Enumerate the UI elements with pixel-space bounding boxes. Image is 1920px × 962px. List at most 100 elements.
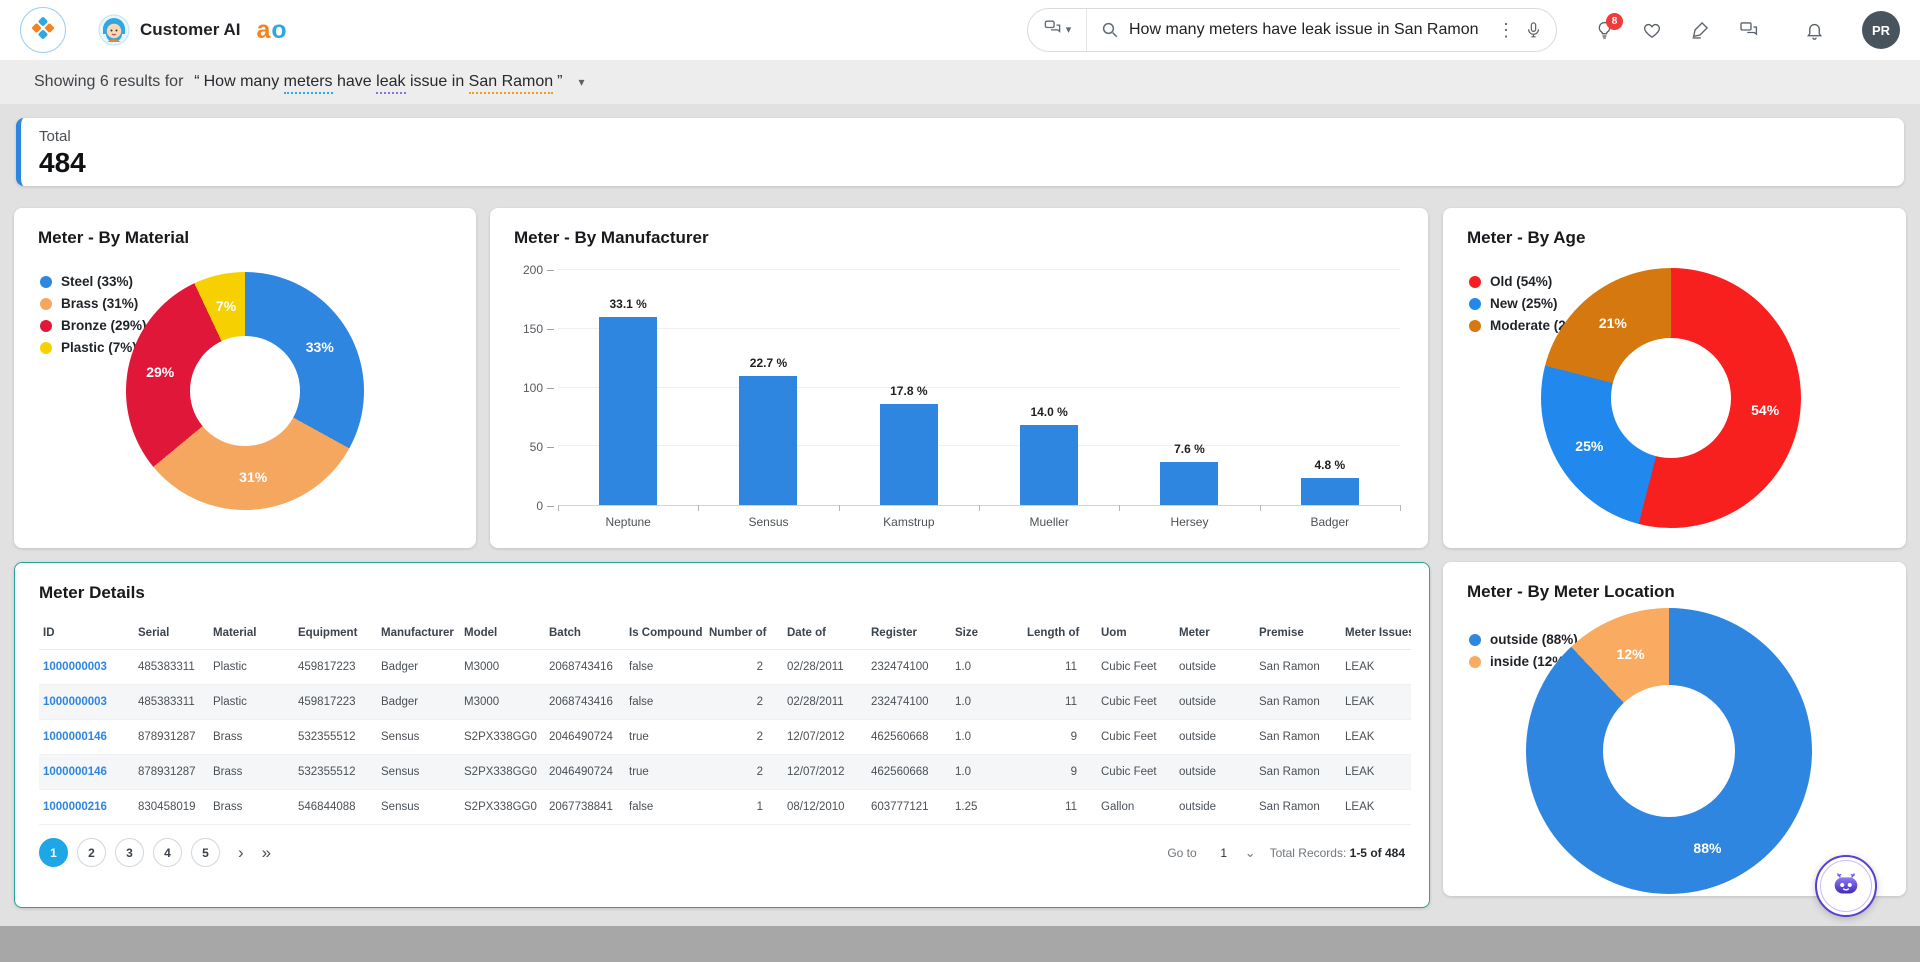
slice-label: 54%	[1751, 402, 1779, 418]
slice-label: 7%	[216, 298, 236, 314]
table-cell: 11	[1023, 685, 1097, 720]
page-button-2[interactable]: 2	[77, 838, 106, 867]
search-options-kebab-icon[interactable]: ⋮	[1487, 20, 1525, 41]
query-word: issue in	[406, 73, 469, 92]
topbar: Customer AI ao ▾ How many meters have le…	[0, 0, 1920, 60]
bar: 7.6 %	[1160, 462, 1218, 505]
table-cell: true	[625, 720, 705, 755]
table-cell: false	[625, 650, 705, 685]
column-header: Meter Issues	[1341, 621, 1411, 650]
column-header: Number of	[705, 621, 783, 650]
table-cell: LEAK	[1341, 790, 1411, 825]
meter-id-link[interactable]: 1000000146	[39, 720, 134, 755]
table-cell: Sensus	[377, 720, 460, 755]
total-records-value: 1-5 of 484	[1350, 846, 1405, 860]
bar-slot: 7.6 %	[1119, 270, 1259, 505]
table-cell: 1	[705, 790, 783, 825]
assistant-robot-button[interactable]	[1815, 855, 1877, 917]
table-cell: Plastic	[209, 650, 294, 685]
table-cell: S2PX338GG0	[460, 755, 545, 790]
quote-close: ”	[557, 73, 562, 91]
table-cell: Plastic	[209, 685, 294, 720]
bar-slot: 14.0 %	[979, 270, 1119, 505]
legend-dot	[1469, 634, 1481, 646]
table-cell: 485383311	[134, 685, 209, 720]
grid-logo-button[interactable]	[20, 7, 66, 53]
table-cell: 603777121	[867, 790, 951, 825]
column-header: Premise	[1255, 621, 1341, 650]
slice-label: 29%	[146, 364, 174, 380]
page-button-5[interactable]: 5	[191, 838, 220, 867]
meter-id-link[interactable]: 1000000003	[39, 685, 134, 720]
table-cell: Cubic Feet	[1097, 720, 1175, 755]
search-input[interactable]: How many meters have leak issue in San R…	[1129, 21, 1487, 39]
y-tick-label: 150	[523, 322, 554, 336]
bar: 33.1 %	[599, 317, 657, 505]
table-cell: Cubic Feet	[1097, 650, 1175, 685]
table-cell: false	[625, 685, 705, 720]
table-cell: 546844088	[294, 790, 377, 825]
column-header: Uom	[1097, 621, 1175, 650]
table-row: 1000000146878931287Brass532355512SensusS…	[39, 755, 1411, 790]
favorites-heart-button[interactable]	[1642, 21, 1662, 40]
last-page-button[interactable]: »	[262, 843, 271, 863]
meter-id-link[interactable]: 1000000146	[39, 755, 134, 790]
user-avatar[interactable]: PR	[1862, 11, 1900, 49]
table-cell: false	[625, 790, 705, 825]
card-by-manufacturer: Meter - By Manufacturer 050100150200 33.…	[490, 208, 1428, 548]
query-keyword: leak	[376, 73, 405, 94]
bar-value-label: 22.7 %	[750, 356, 787, 370]
meter-id-link[interactable]: 1000000003	[39, 650, 134, 685]
goto-caret-icon[interactable]: ⌄	[1245, 845, 1256, 861]
table-cell: 462560668	[867, 755, 951, 790]
table-cell: LEAK	[1341, 720, 1411, 755]
page-button-1[interactable]: 1	[39, 838, 68, 867]
legend-label: outside (88%)	[1490, 632, 1578, 647]
insights-bulb-button[interactable]: 8	[1595, 20, 1614, 41]
legend-label: Plastic (7%)	[61, 340, 137, 355]
bar-y-axis: 050100150200	[514, 270, 558, 506]
legend-dot	[40, 298, 52, 310]
assistant-avatar-icon	[98, 14, 130, 46]
microphone-icon[interactable]	[1525, 20, 1542, 40]
page-button-4[interactable]: 4	[153, 838, 182, 867]
annotate-pen-button[interactable]	[1690, 20, 1710, 40]
table-cell: 1.0	[951, 650, 1023, 685]
legend-dot	[40, 342, 52, 354]
table-cell: 878931287	[134, 755, 209, 790]
next-page-button[interactable]: ›	[238, 843, 244, 863]
page-button-3[interactable]: 3	[115, 838, 144, 867]
legend-dot	[40, 320, 52, 332]
table-cell: 2046490724	[545, 720, 625, 755]
table-cell: 1.0	[951, 720, 1023, 755]
results-dropdown-caret[interactable]: ▾	[578, 75, 584, 89]
column-header: Serial	[134, 621, 209, 650]
chat-bubbles-icon	[1043, 18, 1062, 42]
chevron-down-icon: ▾	[1066, 25, 1072, 36]
legend-label: New (25%)	[1490, 296, 1558, 311]
material-legend: Steel (33%)Brass (31%)Bronze (29%)Plasti…	[40, 274, 147, 362]
x-tick	[1119, 505, 1120, 511]
table-cell: 830458019	[134, 790, 209, 825]
table-cell: 1.0	[951, 755, 1023, 790]
chat-mode-dropdown[interactable]: ▾	[1028, 9, 1087, 51]
footer-bar	[0, 926, 1920, 962]
meter-id-link[interactable]: 1000000216	[39, 790, 134, 825]
dashboard-screen: Customer AI ao ▾ How many meters have le…	[0, 0, 1920, 962]
goto-page-select[interactable]: 1	[1211, 846, 1237, 860]
table-cell: 878931287	[134, 720, 209, 755]
notifications-bell-button[interactable]	[1805, 20, 1824, 41]
table-cell: S2PX338GG0	[460, 720, 545, 755]
bar-value-label: 17.8 %	[890, 384, 927, 398]
search-bar: ▾ How many meters have leak issue in San…	[1027, 8, 1557, 52]
slice-label: 31%	[239, 469, 267, 485]
legend-label: Bronze (29%)	[61, 318, 147, 333]
page-buttons: 12345	[39, 838, 229, 867]
table-cell: 2	[705, 755, 783, 790]
table-cell: San Ramon	[1255, 755, 1341, 790]
donut-hole	[190, 336, 300, 446]
table-cell: 2046490724	[545, 755, 625, 790]
table-cell: outside	[1175, 755, 1255, 790]
comments-button[interactable]	[1738, 20, 1759, 40]
table-cell: 532355512	[294, 720, 377, 755]
